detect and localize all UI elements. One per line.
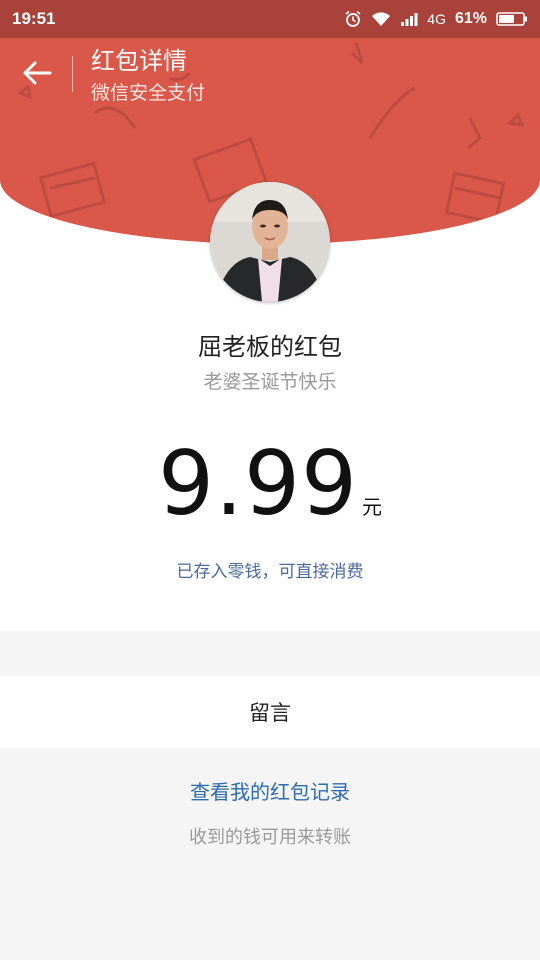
packet-wish: 老婆圣诞节快乐 xyxy=(203,371,337,393)
amount-unit: 元 xyxy=(361,495,382,519)
status-bar: 19:51 4G 61% xyxy=(0,0,540,38)
deposit-note-link[interactable]: 已存入零钱，可直接消费 xyxy=(0,557,540,582)
status-time: 19:51 xyxy=(12,9,56,28)
page-title: 红包详情 xyxy=(91,47,187,75)
header-divider xyxy=(72,56,73,92)
view-records-link[interactable]: 查看我的红包记录 xyxy=(0,776,540,805)
status-icons: 4G 61% xyxy=(344,10,528,28)
amount-display: 9.99 元 xyxy=(0,432,540,535)
amount-value: 9.99 xyxy=(158,432,358,535)
alarm-icon xyxy=(345,10,361,27)
page-subtitle: 微信安全支付 xyxy=(91,82,206,104)
wifi-icon xyxy=(372,12,391,26)
transfer-tip: 收到的钱可用来转账 xyxy=(189,827,351,848)
message-row[interactable]: 留言 xyxy=(0,676,540,748)
signal-icon xyxy=(401,13,418,26)
battery-icon xyxy=(496,12,527,26)
sender-name: 屈老板的红包 xyxy=(198,333,342,361)
avatar-photo xyxy=(210,182,330,302)
message-label: 留言 xyxy=(249,701,291,725)
sender-avatar[interactable] xyxy=(210,182,330,302)
back-arrow-icon[interactable] xyxy=(20,56,54,90)
battery-percent: 61% xyxy=(454,10,487,27)
network-type: 4G xyxy=(427,11,446,27)
